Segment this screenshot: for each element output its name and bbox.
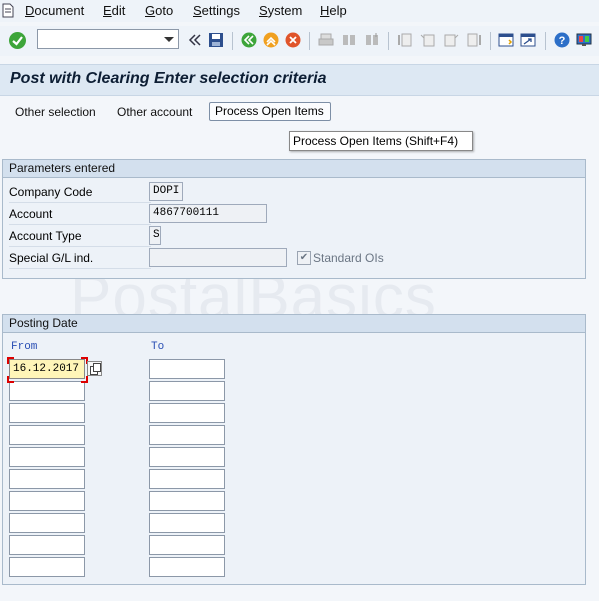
process-open-items-tooltip: Process Open Items (Shift+F4) [289,131,473,151]
shortcut-icon[interactable] [520,32,536,48]
to-date-input[interactable] [149,403,225,423]
command-field[interactable] [37,29,179,49]
menu-settings[interactable]: Settings [193,3,240,18]
from-date-input[interactable] [9,535,85,555]
find-next-icon[interactable] [364,32,380,48]
account-type-field[interactable]: S [149,226,161,245]
next-page-icon[interactable] [443,32,459,48]
back-icon[interactable] [241,32,257,48]
toolbar-separator [388,32,389,50]
account-label: Account [9,204,151,225]
menu-goto[interactable]: Goto [145,3,173,18]
customize-layout-icon[interactable] [576,32,592,48]
to-date-input[interactable] [149,535,225,555]
company-code-label: Company Code [9,182,151,203]
focus-marker [7,357,14,364]
to-date-input[interactable] [149,359,225,379]
from-date-input[interactable] [9,403,85,423]
parameters-group: Parameters entered Company Code DOPI Acc… [2,159,586,279]
title-bar: Post with Clearing Enter selection crite… [0,64,599,96]
menu-help[interactable]: Help [320,3,347,18]
from-date-input[interactable] [9,469,85,489]
toolbar-separator [232,32,233,50]
enter-icon[interactable] [8,31,27,50]
from-column-header: From [11,341,38,353]
to-date-input[interactable] [149,425,225,445]
other-selection-button[interactable]: Other selection [15,105,96,119]
from-date-input[interactable] [9,381,85,401]
special-gl-field[interactable] [149,248,287,267]
to-date-input[interactable] [149,381,225,401]
create-session-icon[interactable] [498,32,514,48]
from-date-input-active[interactable]: 16.12.2017 [9,359,85,379]
from-date-input[interactable] [9,557,85,577]
to-date-input[interactable] [149,447,225,467]
account-type-label: Account Type [9,226,151,247]
command-dropdown-icon[interactable] [164,37,174,42]
session-menu-icon[interactable] [1,3,14,18]
find-icon[interactable] [341,32,357,48]
posting-date-group: Posting Date From To 16.12.2017 [2,314,586,585]
cancel-icon[interactable] [285,32,301,48]
to-column-header: To [151,341,165,353]
process-open-items-button[interactable]: Process Open Items [209,102,331,121]
menu-document[interactable]: Document [25,3,84,18]
toolbar-separator [545,32,546,50]
focus-marker [81,376,88,383]
other-account-button[interactable]: Other account [117,105,192,119]
from-date-input[interactable] [9,447,85,467]
toolbar-separator [490,32,491,50]
to-date-input[interactable] [149,557,225,577]
posting-date-heading: Posting Date [3,315,585,333]
standard-ois-checkbox[interactable]: ✔ [297,251,311,265]
page-title: Post with Clearing Enter selection crite… [10,70,327,87]
last-page-icon[interactable] [466,32,482,48]
focus-marker [7,376,14,383]
menu-edit[interactable]: Edit [103,3,125,18]
to-date-input[interactable] [149,513,225,533]
save-icon[interactable] [208,32,224,48]
first-page-icon[interactable] [397,32,413,48]
to-date-input[interactable] [149,469,225,489]
from-date-input[interactable] [9,425,85,445]
parameters-heading: Parameters entered [3,160,585,178]
account-field[interactable]: 4867700111 [149,204,267,223]
from-date-input[interactable] [9,491,85,511]
menu-system[interactable]: System [259,3,302,18]
system-toolbar: ? [0,26,599,56]
special-gl-label: Special G/L ind. [9,248,151,269]
previous-page-icon[interactable] [420,32,436,48]
toolbar-separator [309,32,310,50]
company-code-field[interactable]: DOPI [149,182,183,201]
menu-bar: Document Edit Goto Settings System Help [0,0,599,22]
help-icon[interactable]: ? [554,32,570,48]
standard-ois-label: Standard OIs [313,251,384,265]
collapse-icon[interactable] [187,32,203,48]
svg-text:?: ? [559,35,566,47]
print-icon[interactable] [318,32,334,48]
from-date-input[interactable] [9,513,85,533]
to-date-input[interactable] [149,491,225,511]
exit-icon[interactable] [263,32,279,48]
multiple-selection-icon[interactable] [87,361,102,376]
